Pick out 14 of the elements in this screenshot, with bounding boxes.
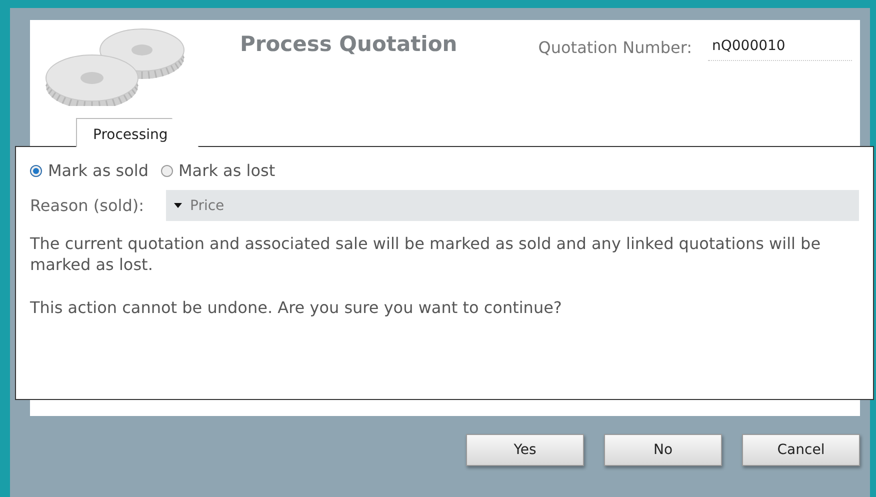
dialog-button[interactable]: Yes [466, 434, 584, 466]
dialog-button[interactable]: Cancel [742, 434, 860, 466]
message-text: The current quotation and associated sale will be marked as sold and any linked quotations will be marked as lost. [30, 233, 822, 275]
radio-option[interactable]: Mark as lost [160, 161, 276, 180]
reason-label: Reason (sold): [30, 196, 145, 215]
dialog-title: Process Quotation [240, 32, 458, 58]
caret-icon [174, 203, 182, 208]
processing-tab[interactable]: Processing [76, 118, 199, 147]
quotation-number-label: Quotation Number: [538, 38, 692, 57]
quotation-number-value: nQ000010 [708, 38, 852, 61]
dialog-button[interactable]: No [604, 434, 722, 466]
message-text: This action cannot be undone. Are you sure you want to continue? [30, 297, 563, 318]
radio-option[interactable]: Mark as sold [30, 161, 148, 180]
reason-dropdown[interactable]: Price [166, 190, 859, 221]
